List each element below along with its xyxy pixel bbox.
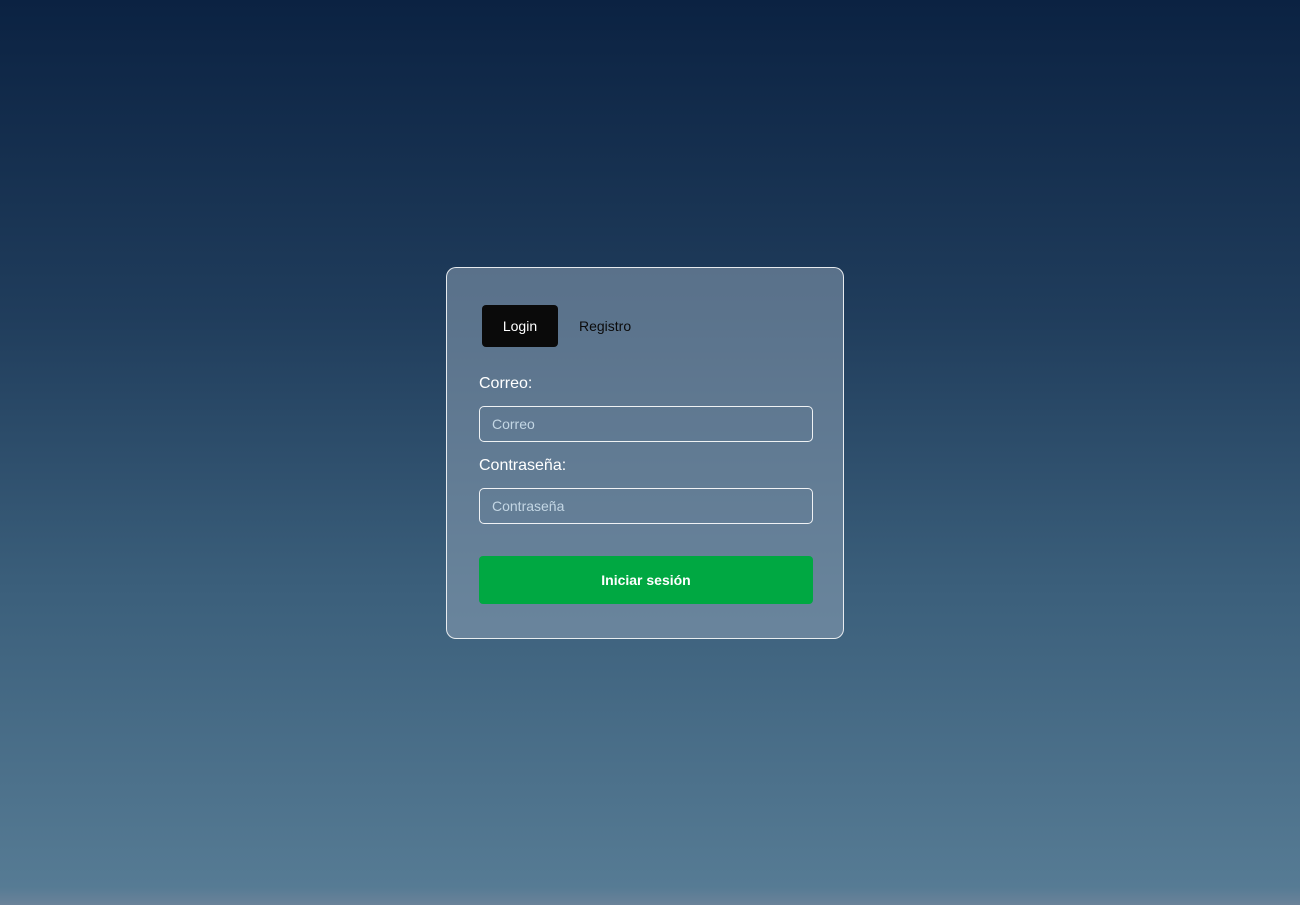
auth-tabs: Login Registro [482,305,811,347]
login-card: Login Registro Correo: Contraseña: Inici… [446,267,844,639]
email-label: Correo: [479,375,533,392]
login-submit-button[interactable]: Iniciar sesión [479,556,813,604]
email-input[interactable] [479,406,813,442]
tab-login[interactable]: Login [482,305,558,347]
password-label: Contraseña: [479,457,567,474]
password-input[interactable] [479,488,813,524]
tab-registro[interactable]: Registro [579,318,631,334]
